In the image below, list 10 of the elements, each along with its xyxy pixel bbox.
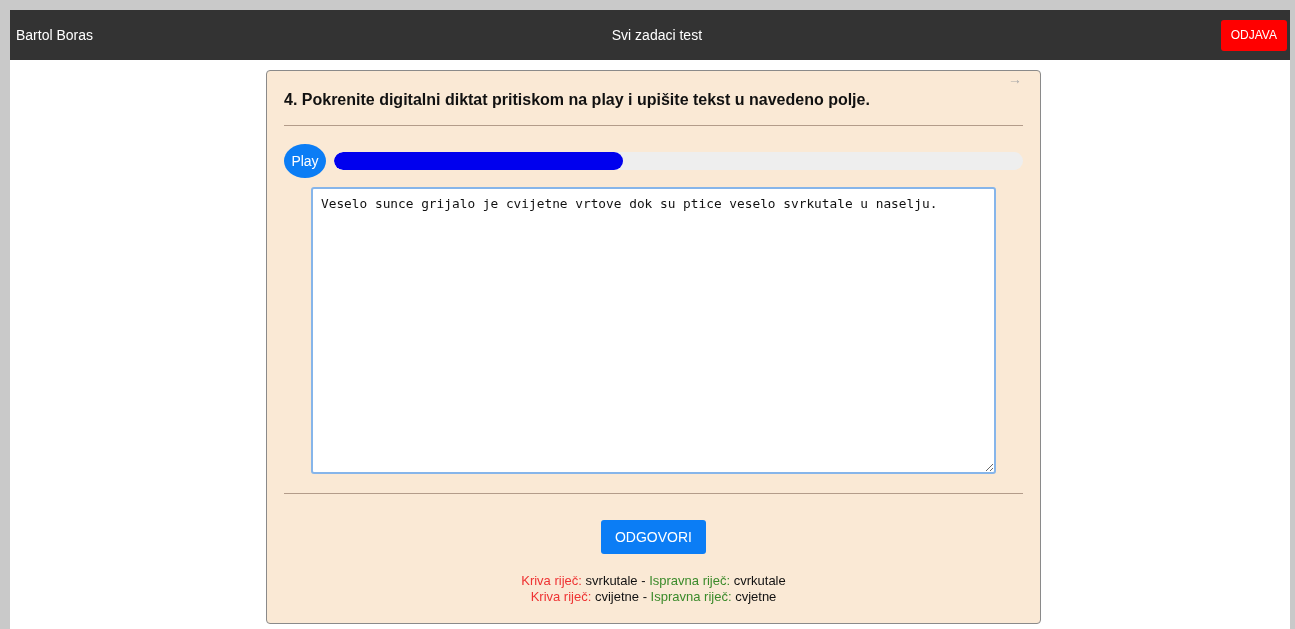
feedback-line: Kriva riječ: svrkutale - Ispravna riječ: cvrkutale <box>521 573 786 589</box>
play-button[interactable]: Play <box>284 144 326 178</box>
logout-button[interactable]: ODJAVA <box>1220 19 1287 51</box>
feedback-line: Kriva riječ: cvijetne - Ispravna riječ: cvjetne <box>530 589 777 605</box>
answer-field[interactable]: Veselo sunce grijalo je cvijetne vrtove dok su ptice veselo svrkutale u naselju. <box>311 187 996 474</box>
submit-button[interactable]: ODGOVORI <box>601 520 706 554</box>
user-name: Bartol Boras <box>16 27 94 43</box>
next-arrow[interactable]: → <box>1008 71 1022 87</box>
task-question: 4. Pokrenite digitalni diktat pritiskom na play i upišite tekst u navedeno polje. <box>284 91 871 110</box>
page-title: Svi zadaci test <box>611 27 703 43</box>
